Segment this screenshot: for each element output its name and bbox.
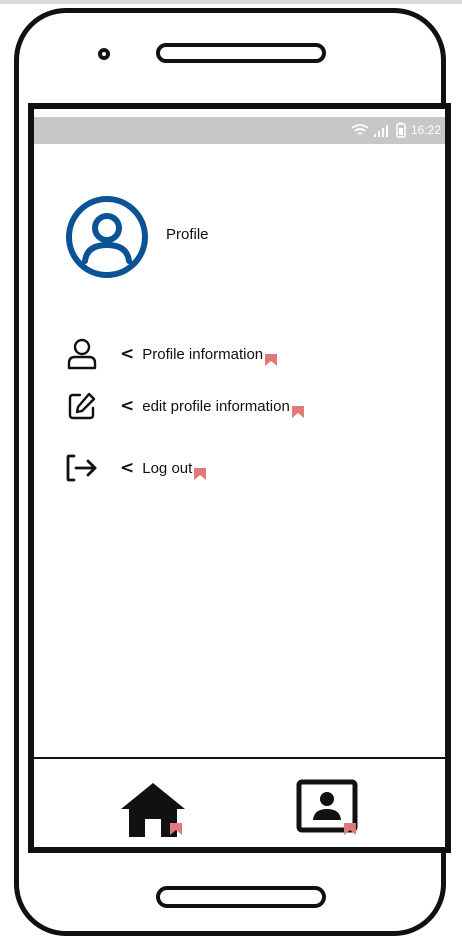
camera-icon — [98, 48, 110, 60]
link-marker-icon — [291, 406, 304, 418]
chevron-left-icon: < — [120, 458, 135, 478]
speaker-slot — [156, 43, 326, 63]
status-icons: 16:22 — [351, 122, 441, 138]
chevron-left-icon: < — [120, 396, 135, 416]
menu-item-edit-profile-information[interactable]: < edit profile information — [64, 386, 304, 426]
edit-icon — [64, 388, 100, 424]
contact-card-icon — [296, 779, 358, 835]
status-time: 16:22 — [410, 123, 441, 137]
top-edge-line — [0, 0, 462, 4]
link-marker-icon — [194, 468, 207, 480]
chevron-left-icon: < — [120, 344, 135, 364]
phone-mockup: 16:22 Profile < Profile information < ed… — [0, 0, 462, 946]
menu-item-log-out[interactable]: < Log out — [64, 448, 207, 488]
logout-icon — [64, 450, 100, 486]
home-icon — [121, 783, 185, 837]
profile-title: Profile — [166, 226, 209, 243]
user-icon — [64, 336, 100, 372]
phone-screen: 16:22 Profile < Profile information < ed… — [28, 103, 451, 853]
home-indicator-bar — [156, 886, 326, 908]
menu-item-label: Profile information — [142, 345, 264, 363]
user-circle-icon — [66, 196, 148, 278]
menu-item-label: Log out — [142, 459, 193, 477]
link-marker-icon — [265, 354, 278, 366]
menu-item-label: edit profile information — [142, 397, 290, 415]
nav-profile-button[interactable] — [296, 779, 362, 839]
bottom-nav-divider — [34, 757, 445, 759]
status-bar: 16:22 — [34, 117, 445, 144]
menu-item-profile-information[interactable]: < Profile information — [64, 334, 278, 374]
battery-icon — [396, 122, 406, 138]
nav-home-button[interactable] — [118, 779, 188, 841]
wifi-icon — [351, 124, 369, 135]
signal-icon — [373, 125, 388, 137]
